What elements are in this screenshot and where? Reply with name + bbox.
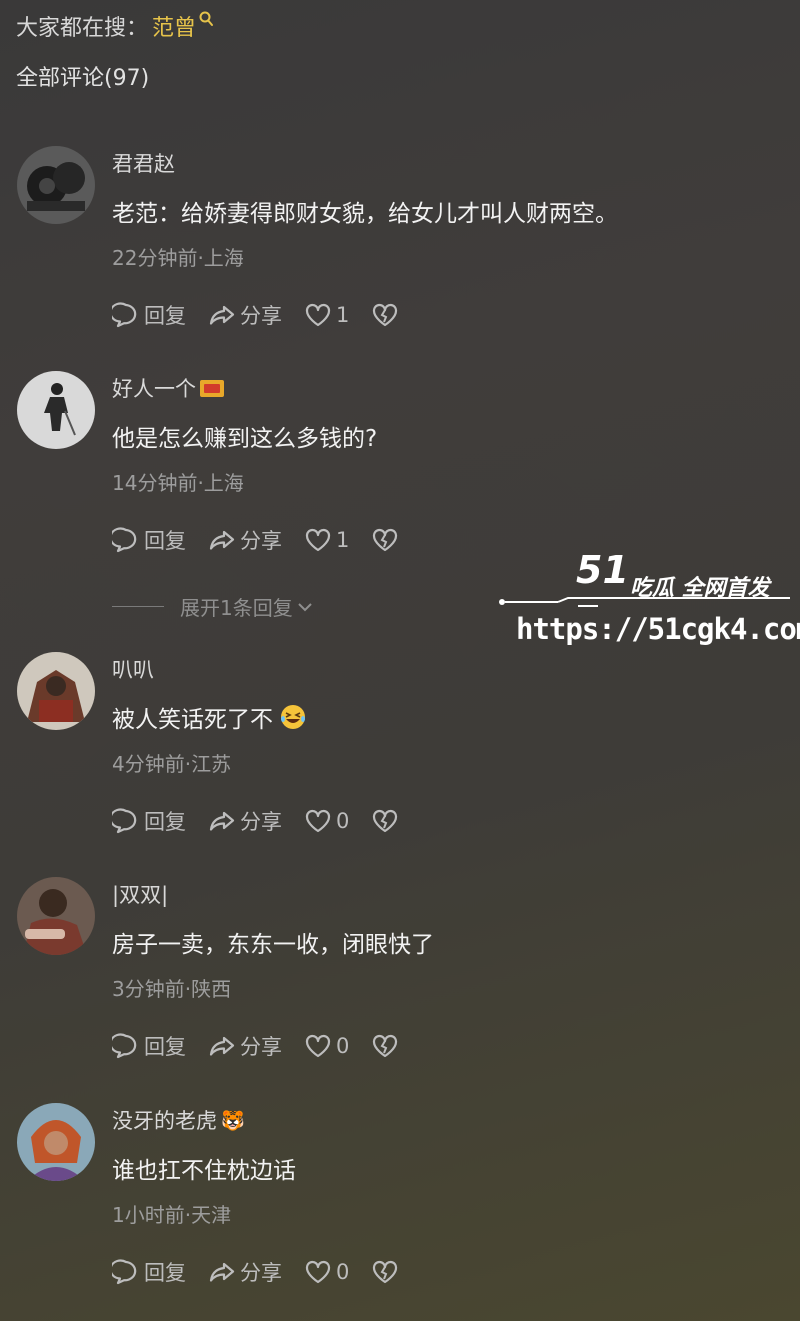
username[interactable]: 好人一个 [112,373,224,403]
dislike-button[interactable] [371,526,399,554]
reply-button[interactable]: 回复 [112,806,186,836]
dislike-button[interactable] [371,301,399,329]
reply-icon [112,1033,137,1059]
comment-meta: 14分钟前·上海 [112,471,244,495]
heart-icon [305,809,331,833]
share-icon [209,1262,235,1282]
comment-actions: 回复 分享 1 [112,300,421,330]
share-button[interactable]: 分享 [208,300,282,330]
broken-heart-icon [373,1034,398,1058]
dislike-button[interactable] [371,1258,399,1286]
comment-text: 老范：给娇妻得郎财女貌，给女儿才叫人财两空。 [112,201,618,227]
comment-meta: 4分钟前·江苏 [112,752,232,776]
dislike-button[interactable] [371,807,399,835]
share-button[interactable]: 分享 [208,1031,282,1061]
like-count: 0 [336,1034,350,1058]
avatar[interactable] [17,877,95,955]
watermark-brand: 51 [576,548,629,592]
broken-heart-icon [373,528,398,552]
heart-icon [305,1260,331,1284]
watermark: 51 吃瓜 全网首发 https://51cgk4.com [498,548,800,658]
like-count: 1 [336,528,350,552]
broken-heart-icon [373,809,398,833]
avatar[interactable] [17,652,95,730]
laughing-emoji-icon [281,705,305,729]
comment-meta: 22分钟前·上海 [112,246,244,270]
reply-icon [112,1259,137,1285]
comment-actions: 回复 分享 0 [112,1257,421,1287]
share-button[interactable]: 分享 [208,806,282,836]
dislike-button[interactable] [371,1032,399,1060]
like-button[interactable]: 0 [304,808,349,834]
search-suggestion-label: 大家都在搜： [16,16,149,41]
like-button[interactable]: 1 [304,527,349,553]
comment-text: 被人笑话死了不 [112,700,307,734]
share-icon [209,305,235,325]
like-count: 0 [336,1260,350,1284]
flag-badge-icon [200,379,224,397]
reply-icon [112,527,137,553]
search-suggestion-term[interactable]: 范曾 [152,10,196,42]
comment-count-title: 全部评论(97) [16,66,150,91]
share-button[interactable]: 分享 [208,1257,282,1287]
comment-item: 叭叭 被人笑话死了不 4分钟前·江苏 回复 分享 0 [0,652,800,852]
reply-button[interactable]: 回复 [112,525,186,555]
share-icon [209,1036,235,1056]
like-button[interactable]: 0 [304,1259,349,1285]
like-count: 0 [336,809,350,833]
avatar[interactable] [17,371,95,449]
share-button[interactable]: 分享 [208,525,282,555]
comment-text: 房子一卖，东东一收，闭眼快了 [112,932,434,958]
comment-text: 他是怎么赚到这么多钱的? [112,426,378,452]
comment-actions: 回复 分享 0 [112,1031,421,1061]
reply-button[interactable]: 回复 [112,1257,186,1287]
share-icon [209,530,235,550]
heart-icon [305,528,331,552]
like-count: 1 [336,303,350,327]
reply-icon [112,808,137,834]
comment-meta: 3分钟前·陕西 [112,977,232,1001]
avatar[interactable] [17,146,95,224]
username[interactable]: 叭叭 [112,654,154,684]
comment-actions: 回复 分享 1 [112,525,421,555]
comment-item: |双双| 房子一卖，东东一收，闭眼快了 3分钟前·陕西 回复 分享 0 [0,877,800,1077]
comment-actions: 回复 分享 0 [112,806,421,836]
watermark-url: https://51cgk4.com [516,612,800,646]
divider [112,606,164,607]
username[interactable]: 君君赵 [112,148,175,178]
heart-icon [305,303,331,327]
reply-button[interactable]: 回复 [112,1031,186,1061]
tiger-emoji-icon: 🐯 [221,1109,245,1132]
comment-item: 君君赵 老范：给娇妻得郎财女貌，给女儿才叫人财两空。 22分钟前·上海 回复 分… [0,146,800,346]
watermark-circuit-line [499,597,790,607]
comment-meta: 1小时前·天津 [112,1203,232,1227]
share-icon [209,811,235,831]
heart-icon [305,1034,331,1058]
comment-text: 谁也扛不住枕边话 [112,1158,296,1184]
reply-button[interactable]: 回复 [112,300,186,330]
search-icon[interactable] [198,10,214,28]
comment-item: 好人一个 他是怎么赚到这么多钱的? 14分钟前·上海 回复 分享 1 [0,371,800,571]
username[interactable]: |双双| [112,879,168,909]
broken-heart-icon [373,1260,398,1284]
comment-item: 没牙的老虎 🐯 谁也扛不住枕边话 1小时前·天津 回复 分享 0 [0,1103,800,1303]
chevron-down-icon [298,602,312,611]
reply-icon [112,302,137,328]
like-button[interactable]: 1 [304,302,349,328]
expand-replies-button[interactable]: 展开1条回复 [112,592,313,621]
broken-heart-icon [373,303,398,327]
search-suggestion-bar[interactable]: 大家都在搜： 范曾 [16,10,214,42]
username[interactable]: 没牙的老虎 🐯 [112,1105,245,1135]
avatar[interactable] [17,1103,95,1181]
like-button[interactable]: 0 [304,1033,349,1059]
